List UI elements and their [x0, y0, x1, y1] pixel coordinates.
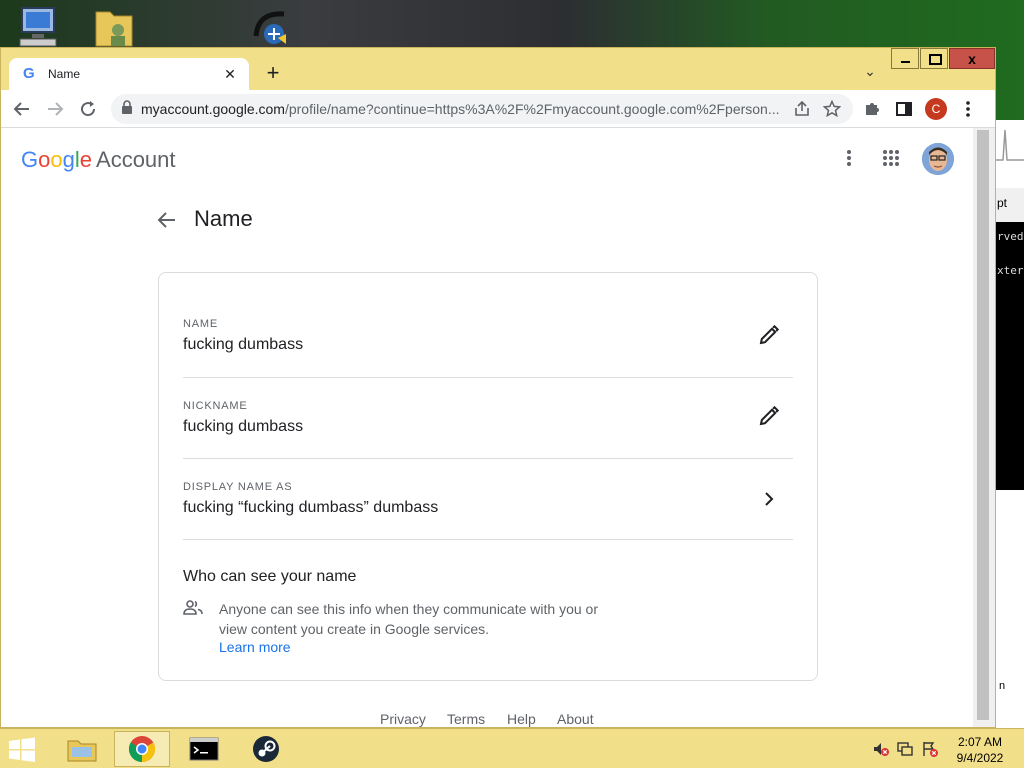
clock-time: 2:07 AM: [957, 735, 1003, 749]
terms-link[interactable]: Terms: [447, 711, 485, 727]
visibility-text: Anyone can see this info when they commu…: [219, 601, 598, 637]
user-folder-icon[interactable]: [92, 6, 136, 48]
apps-grid-icon[interactable]: [879, 146, 903, 170]
url-text: myaccount.google.com/profile/name?contin…: [141, 101, 783, 117]
profile-button[interactable]: C: [923, 96, 949, 122]
close-tab-icon[interactable]: ✕: [221, 65, 239, 83]
visibility-title: Who can see your name: [183, 568, 357, 585]
computer-icon[interactable]: [16, 6, 60, 48]
logo-letter: o: [50, 147, 63, 172]
network-icon[interactable]: [250, 6, 294, 48]
file-explorer-icon[interactable]: [54, 731, 110, 767]
profile-avatar: C: [925, 98, 947, 120]
scrollbar-thumb[interactable]: [977, 130, 989, 720]
command-prompt-icon[interactable]: [176, 731, 232, 767]
name-row[interactable]: NAME fucking dumbass: [183, 267, 793, 378]
tab-strip: G Name ✕ + ⌄ x: [1, 48, 995, 90]
action-center-flag-icon[interactable]: [921, 740, 939, 758]
field-value: fucking “fucking dumbass” dumbass: [183, 499, 439, 516]
field-value: fucking dumbass: [183, 418, 304, 435]
field-label: NAME: [183, 318, 218, 330]
google-wordmark: Google: [21, 147, 92, 172]
back-arrow-icon[interactable]: [155, 208, 179, 232]
field-label: NICKNAME: [183, 400, 248, 412]
bookmark-star-icon[interactable]: [821, 98, 843, 120]
google-account-logo[interactable]: Google Account: [21, 147, 176, 173]
windows-start-icon[interactable]: [8, 737, 36, 763]
people-icon: [183, 598, 203, 618]
lock-icon[interactable]: [121, 99, 133, 119]
google-favicon-icon: G: [23, 65, 35, 82]
reload-icon[interactable]: [75, 96, 101, 122]
browser-window: G Name ✕ + ⌄ x myaccount.google.com/prof…: [0, 47, 996, 728]
privacy-link[interactable]: Privacy: [380, 711, 426, 727]
address-bar[interactable]: myaccount.google.com/profile/name?contin…: [111, 94, 853, 124]
system-clock[interactable]: 2:07 AM 9/4/2022: [950, 734, 1010, 766]
logo-letter: G: [21, 147, 39, 172]
volume-muted-icon[interactable]: [872, 740, 890, 758]
page-scrollbar[interactable]: [973, 128, 995, 727]
forward-arrow-icon[interactable]: [42, 96, 68, 122]
console-line: xter: [997, 264, 1024, 277]
pencil-icon[interactable]: [757, 404, 781, 428]
page-content: Google Account Name NAME fucking dumbass …: [1, 128, 973, 727]
about-link[interactable]: About: [557, 711, 594, 727]
minimize-button[interactable]: [891, 48, 919, 69]
maximize-button[interactable]: [920, 48, 948, 69]
chevron-down-icon[interactable]: ⌄: [859, 63, 881, 85]
chevron-right-icon[interactable]: [757, 487, 781, 511]
url-host: myaccount.google.com: [141, 101, 285, 117]
account-label: Account: [96, 147, 176, 172]
background-window-pane: n: [992, 490, 1024, 730]
kebab-menu-icon[interactable]: [955, 96, 981, 122]
extensions-puzzle-icon[interactable]: [859, 96, 885, 122]
more-options-icon[interactable]: [837, 146, 861, 170]
page-title: Name: [194, 206, 253, 231]
steam-icon[interactable]: [238, 731, 294, 767]
name-card: NAME fucking dumbass NICKNAME fucking du…: [158, 272, 818, 681]
background-window-title: pt: [992, 188, 1024, 222]
chrome-icon[interactable]: [114, 731, 170, 767]
taskbar: 2:07 AM 9/4/2022: [0, 728, 1024, 768]
background-window-chart: [992, 120, 1024, 188]
url-path: /profile/name?continue=https%3A%2F%2Fmya…: [284, 101, 780, 117]
background-window-text: n: [999, 680, 1006, 692]
learn-more-link[interactable]: Learn more: [219, 639, 291, 655]
help-link[interactable]: Help: [507, 711, 536, 727]
logo-letter: o: [38, 147, 51, 172]
display-name-row[interactable]: DISPLAY NAME AS fucking “fucking dumbass…: [183, 459, 793, 540]
account-avatar[interactable]: [922, 143, 954, 175]
share-icon[interactable]: [791, 98, 813, 120]
background-window[interactable]: pt rved xter n: [992, 120, 1024, 730]
pencil-icon[interactable]: [757, 323, 781, 347]
background-window-console: rved xter: [992, 222, 1024, 522]
logo-letter: e: [79, 147, 93, 172]
window-controls: x: [891, 48, 996, 70]
field-label: DISPLAY NAME AS: [183, 481, 293, 493]
close-window-button[interactable]: x: [949, 48, 995, 69]
side-panel-icon[interactable]: [891, 96, 917, 122]
logo-letter: g: [62, 147, 75, 172]
clock-date: 9/4/2022: [956, 751, 1004, 765]
new-tab-button[interactable]: +: [261, 62, 285, 86]
tab-title: Name: [48, 67, 81, 81]
field-value: fucking dumbass: [183, 336, 304, 353]
browser-toolbar: myaccount.google.com/profile/name?contin…: [1, 90, 995, 128]
tab-name[interactable]: G Name ✕: [9, 58, 249, 90]
back-arrow-icon[interactable]: [9, 96, 35, 122]
console-line: rved: [997, 230, 1024, 243]
network-status-icon[interactable]: [897, 740, 915, 758]
nickname-row[interactable]: NICKNAME fucking dumbass: [183, 378, 793, 459]
